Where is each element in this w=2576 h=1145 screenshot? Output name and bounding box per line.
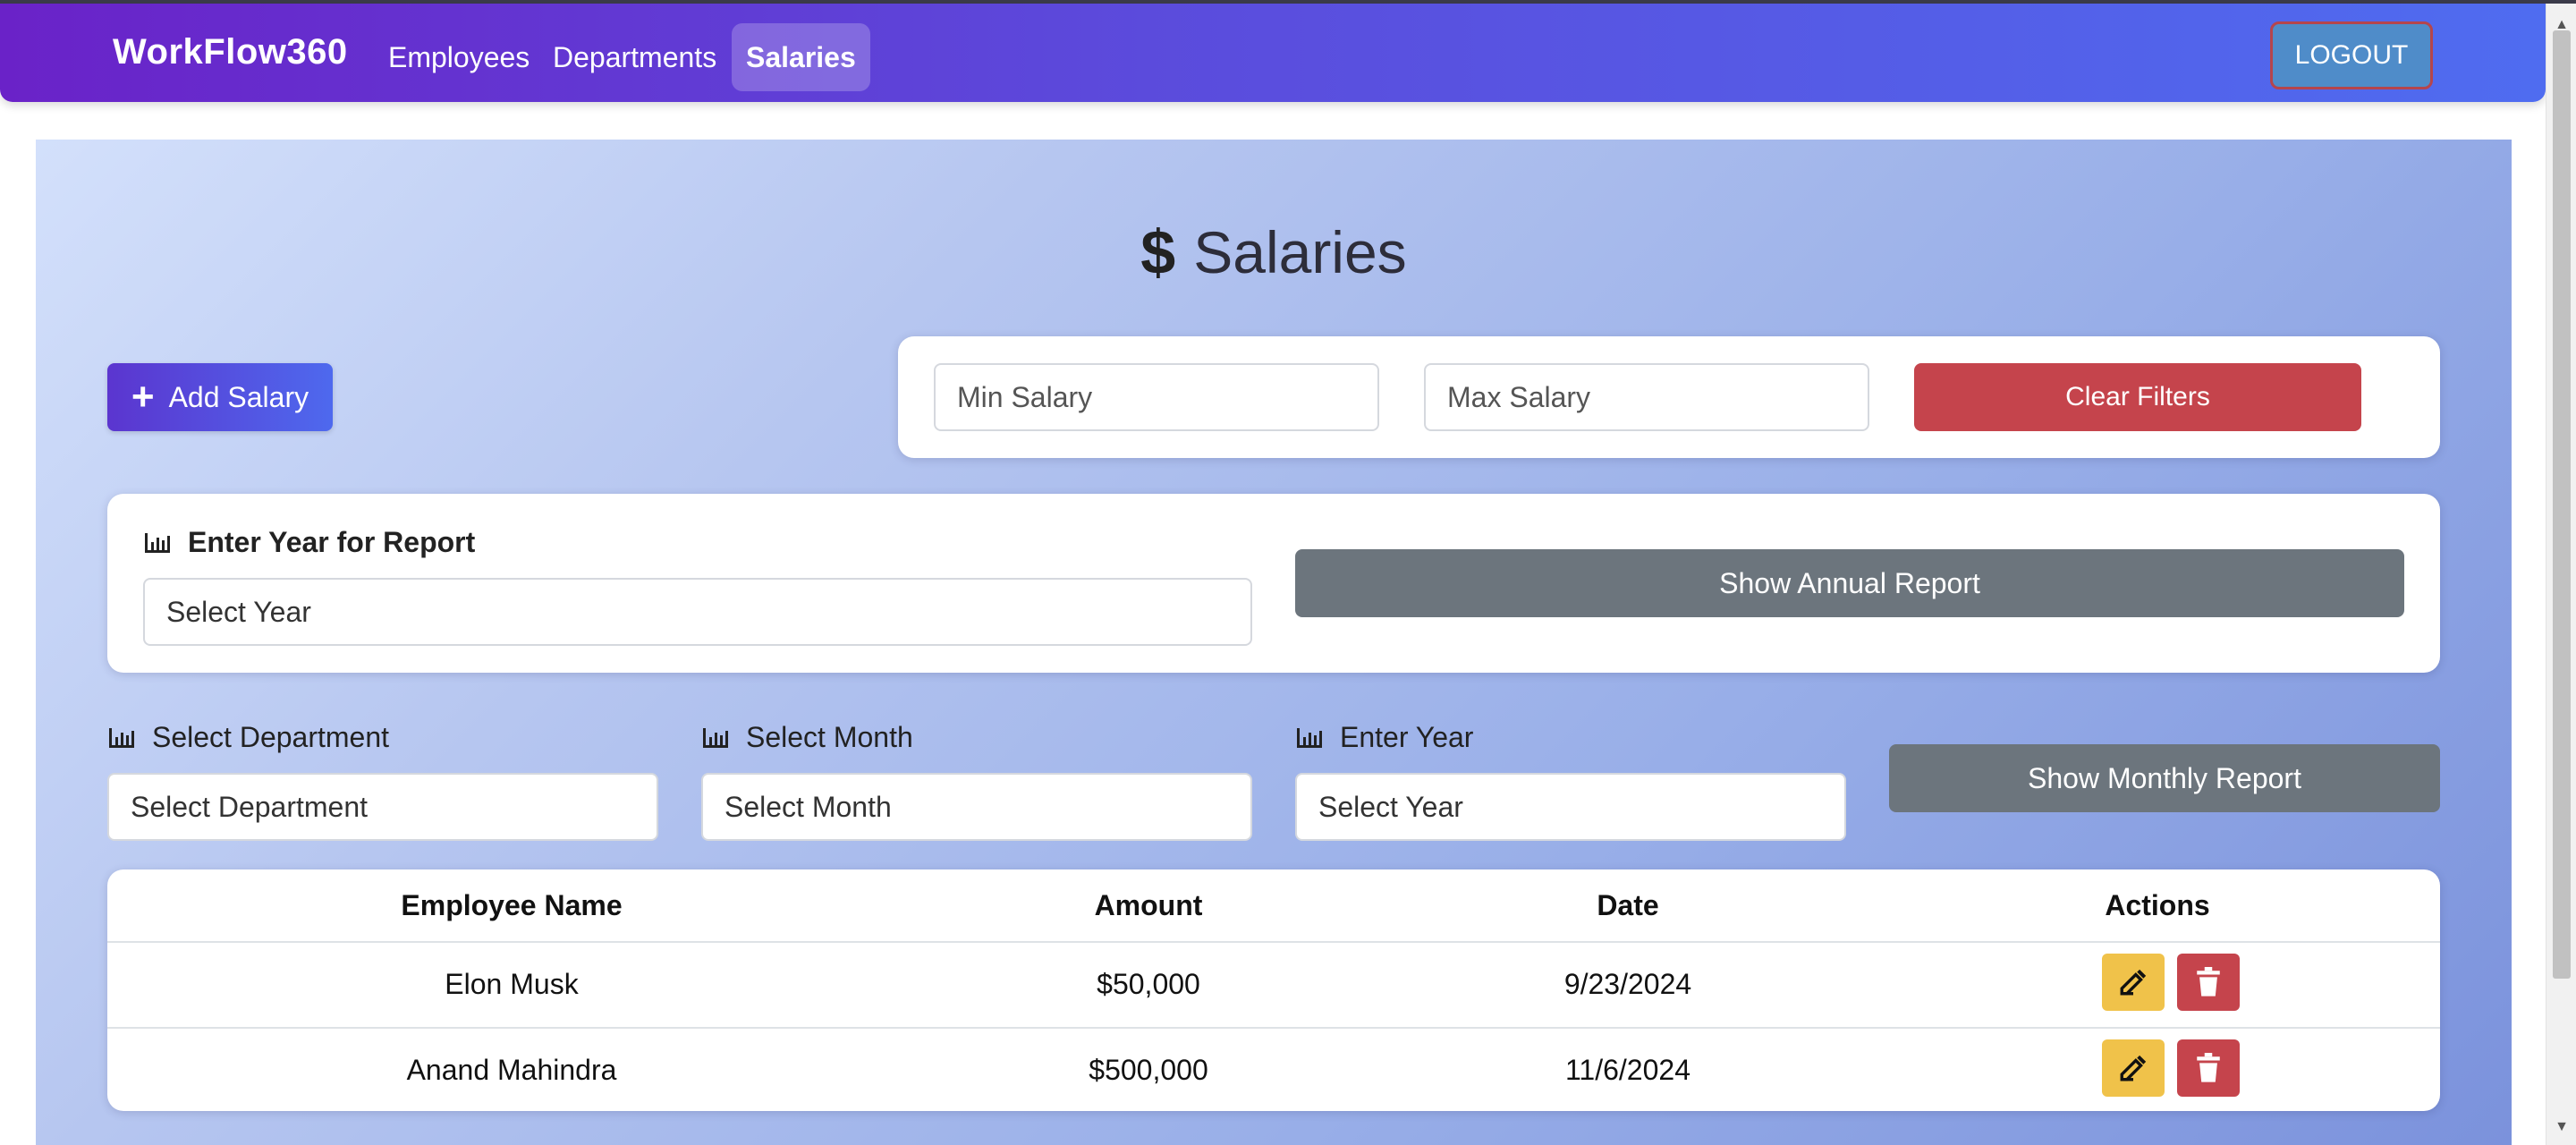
month-label: Select Month	[701, 721, 913, 754]
year-label: Enter Year	[1295, 721, 1473, 754]
monthly-year-select[interactable]: Select Year	[1295, 773, 1846, 841]
scroll-thumb[interactable]	[2553, 30, 2571, 979]
column-header-employee-name: Employee Name	[401, 889, 623, 921]
navbar: WorkFlow360 Employees Departments Salari…	[0, 4, 2546, 102]
department-select[interactable]: Select Department	[107, 773, 658, 841]
column-header-date: Date	[1597, 889, 1659, 921]
page-scrollbar[interactable]: ▲ ▼	[2546, 4, 2576, 1145]
salary-table: Employee Name Amount Date Actions Elon M…	[107, 869, 2440, 1111]
add-salary-label: Add Salary	[168, 380, 309, 413]
annual-report-card: Enter Year for Report Select Year Show A…	[107, 494, 2440, 673]
show-annual-report-button[interactable]: Show Annual Report	[1295, 549, 2404, 617]
logout-button[interactable]: LOGOUT	[2270, 21, 2433, 89]
scroll-down-arrow-icon[interactable]: ▼	[2546, 1118, 2576, 1136]
cell-date: 11/6/2024	[1565, 1054, 1690, 1086]
cell-amount: $500,000	[1089, 1054, 1208, 1086]
show-monthly-report-button[interactable]: Show Monthly Report	[1889, 744, 2440, 812]
edit-icon	[2120, 969, 2147, 996]
bar-chart-icon	[109, 727, 134, 748]
cell-date: 9/23/2024	[1563, 968, 1692, 1000]
delete-button[interactable]	[2177, 954, 2240, 1011]
trash-icon	[2197, 1053, 2220, 1082]
main-content: $ Salaries + Add Salary Clear Filters En…	[36, 140, 2512, 1145]
cell-amount: $50,000	[1097, 968, 1200, 1000]
bar-chart-icon	[1297, 727, 1322, 748]
table-divider	[107, 1027, 2440, 1029]
page-title-text: Salaries	[1193, 219, 1407, 285]
brand-logo[interactable]: WorkFlow360	[113, 32, 348, 72]
cell-employee-name: Elon Musk	[445, 968, 579, 1000]
trash-icon	[2197, 967, 2220, 997]
add-salary-button[interactable]: + Add Salary	[107, 363, 333, 431]
annual-report-label-text: Enter Year for Report	[188, 526, 476, 558]
min-salary-input[interactable]	[934, 363, 1379, 431]
edit-button[interactable]	[2102, 1039, 2165, 1097]
year-label-text: Enter Year	[1340, 721, 1474, 753]
department-label-text: Select Department	[152, 721, 390, 753]
max-salary-input[interactable]	[1424, 363, 1869, 431]
bar-chart-icon	[145, 532, 170, 553]
nav-link-departments[interactable]: Departments	[538, 23, 731, 91]
edit-icon	[2120, 1055, 2147, 1081]
page-title: $ Salaries	[36, 216, 2512, 288]
table-divider	[107, 941, 2440, 943]
cell-employee-name: Anand Mahindra	[406, 1054, 617, 1086]
annual-year-select[interactable]: Select Year	[143, 578, 1252, 646]
edit-button[interactable]	[2102, 954, 2165, 1011]
annual-report-label: Enter Year for Report	[143, 526, 475, 559]
department-label: Select Department	[107, 721, 389, 754]
column-header-amount: Amount	[1094, 889, 1203, 921]
clear-filters-button[interactable]: Clear Filters	[1914, 363, 2361, 431]
bar-chart-icon	[703, 727, 728, 748]
column-header-actions: Actions	[2105, 889, 2210, 921]
dollar-icon: $	[1140, 217, 1176, 287]
month-select[interactable]: Select Month	[701, 773, 1252, 841]
salary-filter-card: Clear Filters	[898, 336, 2440, 458]
month-label-text: Select Month	[746, 721, 913, 753]
plus-icon: +	[131, 375, 155, 419]
nav-link-employees[interactable]: Employees	[374, 23, 544, 91]
nav-link-salaries[interactable]: Salaries	[732, 23, 870, 91]
delete-button[interactable]	[2177, 1039, 2240, 1097]
